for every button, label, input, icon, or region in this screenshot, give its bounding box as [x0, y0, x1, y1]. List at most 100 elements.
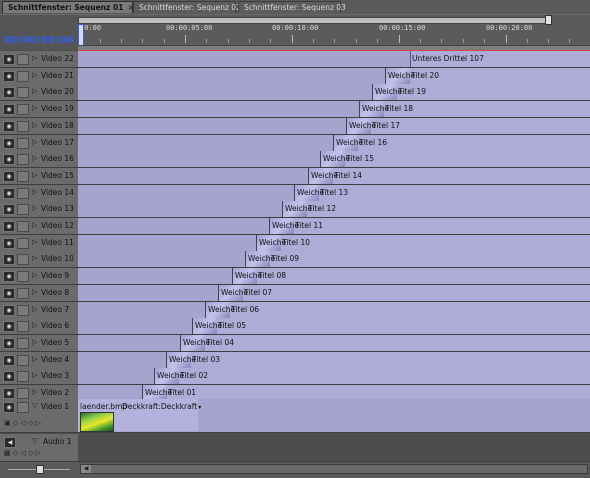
expand-triangle-icon[interactable]: ▷ — [32, 138, 37, 146]
cross-dissolve-transition[interactable]: Weiche — [205, 301, 235, 318]
eye-icon[interactable]: ◉ — [3, 221, 15, 232]
expand-triangle-icon[interactable]: ▽ — [32, 402, 37, 410]
track-area[interactable]: Weiche Titel 12 — [78, 201, 590, 219]
lock-icon[interactable] — [17, 137, 29, 149]
eye-icon[interactable]: ◉ — [3, 354, 15, 366]
lock-icon[interactable] — [17, 371, 29, 383]
expand-triangle-icon[interactable]: ▷ — [32, 204, 37, 212]
expand-triangle-icon[interactable]: ▷ — [32, 355, 37, 363]
expand-triangle-icon[interactable]: ▷ — [32, 254, 37, 262]
track-header[interactable]: ◉ ▷ Video 15 — [0, 167, 78, 185]
title-clip[interactable] — [180, 334, 590, 351]
eye-icon[interactable]: ◉ — [3, 87, 15, 99]
cross-dissolve-transition[interactable]: Weiche — [180, 334, 210, 351]
eye-icon[interactable]: ◉ — [3, 304, 15, 316]
lock-icon[interactable] — [17, 54, 29, 65]
expand-triangle-icon[interactable]: ▷ — [32, 338, 37, 346]
track-area[interactable]: Weiche Titel 15 — [78, 151, 590, 169]
eye-icon[interactable]: ◉ — [3, 120, 15, 132]
eye-icon[interactable]: ◉ — [3, 402, 15, 413]
eye-icon[interactable]: ◉ — [3, 271, 15, 283]
track-area[interactable]: Weiche Titel 03 — [78, 351, 590, 369]
lock-icon[interactable] — [17, 204, 29, 216]
title-clip[interactable] — [166, 351, 590, 368]
time-ruler[interactable]: 00:00 00:00:05:00 00:00:10:00 00:00:15:0… — [78, 15, 590, 51]
zoom-handle[interactable] — [36, 465, 44, 474]
track-area-audio-1[interactable] — [78, 434, 590, 462]
eye-icon[interactable]: ◉ — [3, 287, 15, 299]
work-area-bar[interactable] — [78, 17, 550, 24]
expand-triangle-icon[interactable]: ▷ — [32, 288, 37, 296]
expand-triangle-icon[interactable]: ▷ — [32, 54, 37, 62]
horizontal-scrollbar[interactable]: ◀ — [80, 464, 588, 474]
expand-triangle-icon[interactable]: ▷ — [32, 238, 37, 246]
eye-icon[interactable]: ◉ — [3, 237, 15, 249]
work-area-end-handle[interactable] — [545, 15, 552, 25]
lock-icon[interactable] — [17, 87, 29, 99]
eye-icon[interactable]: ◉ — [3, 154, 15, 166]
current-timecode[interactable]: 00:00:00:00 — [4, 35, 74, 46]
track-header[interactable]: ◉ ▷ Video 9 — [0, 268, 78, 286]
track-header[interactable]: ◉ ▷ Video 3 — [0, 368, 78, 386]
track-area-video-1[interactable]: laender.bmp Deckkraft:Deckkraft▾ — [78, 399, 590, 433]
eye-icon[interactable]: ◉ — [3, 137, 15, 149]
track-area[interactable]: Weiche Titel 18 — [78, 101, 590, 119]
track-header[interactable]: ◉ ▷ Video 4 — [0, 351, 78, 369]
cross-dissolve-transition[interactable]: Weiche — [232, 268, 262, 285]
track-header[interactable]: ◉ ▷ Video 8 — [0, 284, 78, 302]
track-area[interactable]: Weiche Titel 02 — [78, 368, 590, 386]
track-header[interactable]: ◉ ▷ Video 18 — [0, 117, 78, 135]
lock-icon[interactable] — [17, 154, 29, 166]
dropdown-arrow-icon[interactable]: ▾ — [198, 404, 201, 411]
cross-dissolve-transition[interactable]: Weiche — [154, 368, 184, 385]
eye-icon[interactable]: ◉ — [3, 54, 15, 65]
lock-icon[interactable] — [17, 221, 29, 232]
track-header[interactable]: ◉ ▷ Video 13 — [0, 201, 78, 219]
lock-icon[interactable] — [17, 354, 29, 366]
lock-icon[interactable] — [17, 237, 29, 249]
track-area[interactable]: Weiche Titel 10 — [78, 234, 590, 252]
track-header-video-1[interactable]: ◉ ▽ Video 1 ▣ ◇ ◁ ◇ ▷ — [0, 399, 78, 433]
expand-triangle-icon[interactable]: ▷ — [32, 87, 37, 95]
lock-icon[interactable] — [17, 70, 29, 82]
track-area[interactable]: Weiche Titel 19 — [78, 84, 590, 102]
lock-icon[interactable] — [17, 120, 29, 132]
expand-triangle-icon[interactable]: ▷ — [32, 221, 37, 229]
track-header[interactable]: ◉ ▷ Video 11 — [0, 234, 78, 252]
track-area[interactable]: Weiche Titel 14 — [78, 167, 590, 185]
track-header[interactable]: ◉ ▷ Video 21 — [0, 67, 78, 85]
track-header[interactable]: ◉ ▷ Video 20 — [0, 84, 78, 102]
track-header[interactable]: ◉ ▷ Video 17 — [0, 134, 78, 152]
lock-icon[interactable] — [17, 254, 29, 266]
expand-triangle-icon[interactable]: ▷ — [32, 154, 37, 162]
eye-icon[interactable]: ◉ — [3, 70, 15, 82]
track-area[interactable]: Unteres Drittel 107 — [78, 51, 590, 68]
cross-dissolve-transition[interactable]: Weiche — [333, 134, 363, 151]
eye-icon[interactable]: ◉ — [3, 371, 15, 383]
cross-dissolve-transition[interactable]: Weiche — [372, 84, 402, 101]
track-area[interactable]: Weiche Titel 11 — [78, 218, 590, 235]
eye-icon[interactable]: ◉ — [3, 321, 15, 333]
expand-triangle-icon[interactable]: ▷ — [32, 388, 37, 396]
eye-icon[interactable]: ◉ — [3, 187, 15, 199]
lock-icon[interactable] — [17, 271, 29, 283]
cross-dissolve-transition[interactable]: Weiche — [320, 151, 350, 168]
track-header[interactable]: ◉ ▷ Video 7 — [0, 301, 78, 319]
clip-laender-bmp[interactable]: laender.bmp Deckkraft:Deckkraft▾ — [78, 399, 201, 432]
expand-triangle-icon[interactable]: ▷ — [32, 188, 37, 196]
expand-triangle-icon[interactable]: ▷ — [32, 104, 37, 112]
tab-sequenz-01[interactable]: Schnittfenster: Sequenz 01 × — [2, 1, 134, 13]
cross-dissolve-transition[interactable]: Weiche — [245, 251, 275, 268]
title-clip[interactable] — [218, 284, 590, 301]
track-area[interactable]: Weiche Titel 05 — [78, 318, 590, 336]
track-area[interactable]: Weiche Titel 16 — [78, 134, 590, 152]
cross-dissolve-transition[interactable]: Weiche — [294, 184, 324, 201]
cross-dissolve-transition[interactable]: Weiche — [359, 101, 389, 118]
track-area[interactable]: Weiche Titel 17 — [78, 117, 590, 135]
cross-dissolve-transition[interactable]: Weiche — [256, 234, 286, 251]
tab-sequenz-03[interactable]: Schnittfenster: Sequenz 03 — [238, 1, 346, 13]
track-header[interactable]: ◉ ▷ Video 14 — [0, 184, 78, 202]
cross-dissolve-transition[interactable]: Weiche — [269, 218, 299, 234]
title-clip[interactable] — [205, 301, 590, 318]
track-area[interactable]: Weiche Titel 13 — [78, 184, 590, 202]
